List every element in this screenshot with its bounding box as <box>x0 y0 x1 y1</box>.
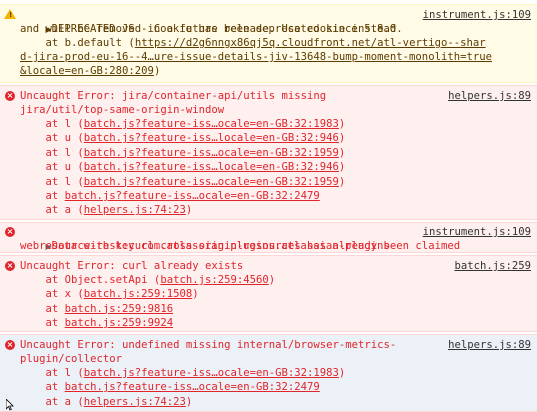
stack-frame-prefix: at <box>20 317 65 330</box>
error-icon: × <box>5 91 15 101</box>
stack-frame-suffix: ) <box>338 161 346 174</box>
stack-frame-link[interactable]: batch.js:259:9816 <box>65 303 173 315</box>
error-text: Uncaught Error: undefined missing intern… <box>20 339 397 351</box>
stack-frame-prefix: at Object.setApi ( <box>20 274 161 286</box>
stack-frame-prefix: at a ( <box>20 204 84 217</box>
stack-frame-prefix: at x ( <box>20 288 84 301</box>
stack-frame-link[interactable]: batch.js?feature-iss…locale=en-GB:32:946 <box>84 161 339 173</box>
stack-frame-prefix: at l ( <box>20 367 84 379</box>
stack-frame-link[interactable]: batch.js?feature-iss…ocale=en-GB:32:2479 <box>65 381 320 393</box>
stack-frame: at a (helpers.js:74:23) <box>20 203 193 217</box>
warning-source-link[interactable]: instrument.js:109 <box>423 8 531 22</box>
error-text-cont: plugin/collector <box>20 353 123 365</box>
stack-frame-prefix: at <box>20 302 65 315</box>
stack-frame-link[interactable]: batch.js:259:1508 <box>84 288 192 300</box>
stack-frame: at l (batch.js?feature-iss…ocale=en-GB:3… <box>20 175 346 189</box>
stack-frame: at u (batch.js?feature-iss…locale=en-GB:… <box>20 131 346 145</box>
stack-frame: at l (batch.js?feature-iss…ocale=en-GB:3… <box>20 146 346 160</box>
console-error-message: × Uncaught Error: jira/container-api/uti… <box>0 85 537 220</box>
stack-frame-link[interactable]: batch.js:259:4560 <box>160 274 268 286</box>
error-source-link[interactable]: batch.js:259 <box>454 259 531 273</box>
warning-stack-link-cont-2[interactable]: &locale=en-GB:280:209 <box>20 65 154 77</box>
stack-frame-prefix: at l ( <box>20 118 84 130</box>
error-text-cont: webresource-rest:curl.cross-origin-resou… <box>20 240 461 252</box>
stack-frame-link[interactable]: batch.js?feature-iss…ocale=en-GB:32:1959 <box>84 176 339 188</box>
stack-frame: at a (helpers.js:74:23) <box>20 395 193 409</box>
stack-frame: at u (batch.js?feature-iss…locale=en-GB:… <box>20 160 346 174</box>
mouse-cursor-icon <box>6 399 14 411</box>
stack-frame-link[interactable]: batch.js?feature-iss…ocale=en-GB:32:1983 <box>84 367 339 379</box>
stack-frame-link[interactable]: helpers.js:74:23 <box>84 204 186 216</box>
stack-frame-link[interactable]: batch.js?feature-iss…ocale=en-GB:32:2479 <box>65 190 320 202</box>
stack-frame: at l (batch.js?feature-iss…ocale=en-GB:3… <box>20 366 346 380</box>
stack-frame-suffix: ) <box>338 132 346 145</box>
error-source-link[interactable]: instrument.js:109 <box>423 225 531 239</box>
console-error-message: × Uncaught Error: curl already exists ba… <box>0 255 537 332</box>
warning-stack-line: at b.default (https://d2g6nngx86qj5q.clo… <box>20 36 486 50</box>
stack-frame-link[interactable]: batch.js:259:9924 <box>65 317 173 329</box>
error-source-link[interactable]: helpers.js:89 <box>448 89 531 103</box>
stack-prefix: at b.default ( <box>20 37 135 49</box>
stack-frame-link[interactable]: batch.js?feature-iss…ocale=en-GB:32:1959 <box>84 147 339 159</box>
error-text-cont: jira/util/top-same-origin-window <box>20 104 225 116</box>
stack-suffix: ) <box>153 65 161 77</box>
stack-frame-link[interactable]: batch.js?feature-iss…ocale=en-GB:32:1983 <box>84 118 339 130</box>
stack-frame-link[interactable]: helpers.js:74:23 <box>84 396 186 408</box>
stack-frame-suffix: ) <box>338 175 346 188</box>
error-text: Uncaught Error: curl already exists <box>20 260 244 272</box>
stack-frame-prefix: at l ( <box>20 175 84 188</box>
error-text: Uncaught Error: jira/container-api/utils… <box>20 90 327 102</box>
console-error-message: × Uncaught Error: undefined missing inte… <box>0 334 537 412</box>
stack-frame-prefix: at <box>20 381 65 394</box>
warning-stack-link-cont-1[interactable]: d-jira-prod-eu-16--4…ure-issue-details-j… <box>20 50 492 64</box>
console-warning-message: ! ▶DEPRECATED JS - Cookie has been depre… <box>0 4 537 83</box>
stack-frame: at batch.js?feature-iss…ocale=en-GB:32:2… <box>20 380 320 394</box>
stack-frame-prefix: at a ( <box>20 395 84 408</box>
stack-frame: at batch.js?feature-iss…ocale=en-GB:32:2… <box>20 189 320 203</box>
error-icon: × <box>5 261 15 271</box>
stack-frame: at l (batch.js?feature-iss…ocale=en-GB:3… <box>20 117 346 131</box>
stack-frame-link[interactable]: batch.js?feature-iss…locale=en-GB:32:946 <box>84 132 339 144</box>
stack-frame-suffix: ) <box>268 274 276 286</box>
stack-frame-suffix: ) <box>185 395 193 408</box>
stack-frame-suffix: ) <box>192 288 199 301</box>
warning-stack-link[interactable]: https://d2g6nngx86qj5q.cloudfront.net/at… <box>135 37 486 49</box>
stack-frame: at Object.setApi (batch.js:259:4560) <box>20 273 276 287</box>
warning-icon: ! <box>4 9 16 19</box>
stack-frame-suffix: ) <box>338 146 346 159</box>
stack-frame-suffix: ) <box>185 204 193 217</box>
stack-frame-prefix: at u ( <box>20 161 84 174</box>
error-icon: × <box>5 340 15 350</box>
stack-frame-prefix: at <box>20 190 65 202</box>
stack-frame-suffix: ) <box>338 367 346 379</box>
stack-frame-prefix: at u ( <box>20 132 84 145</box>
stack-frame: at batch.js:259:9816 <box>20 302 174 316</box>
console-error-message: × ▶Data with key com.atlassian.plugins.a… <box>0 222 537 253</box>
error-icon: × <box>5 227 15 237</box>
warning-line-2: and will be removed in a future release.… <box>20 23 403 35</box>
stack-frame: at x (batch.js:259:1508) <box>20 287 199 301</box>
warning-stack-line-end: &locale=en-GB:280:209) <box>20 64 160 78</box>
stack-frame-suffix: ) <box>338 118 346 130</box>
stack-frame-prefix: at l ( <box>20 146 84 159</box>
error-source-link[interactable]: helpers.js:89 <box>448 338 531 352</box>
stack-frame: at batch.js:259:9924 <box>20 316 174 330</box>
